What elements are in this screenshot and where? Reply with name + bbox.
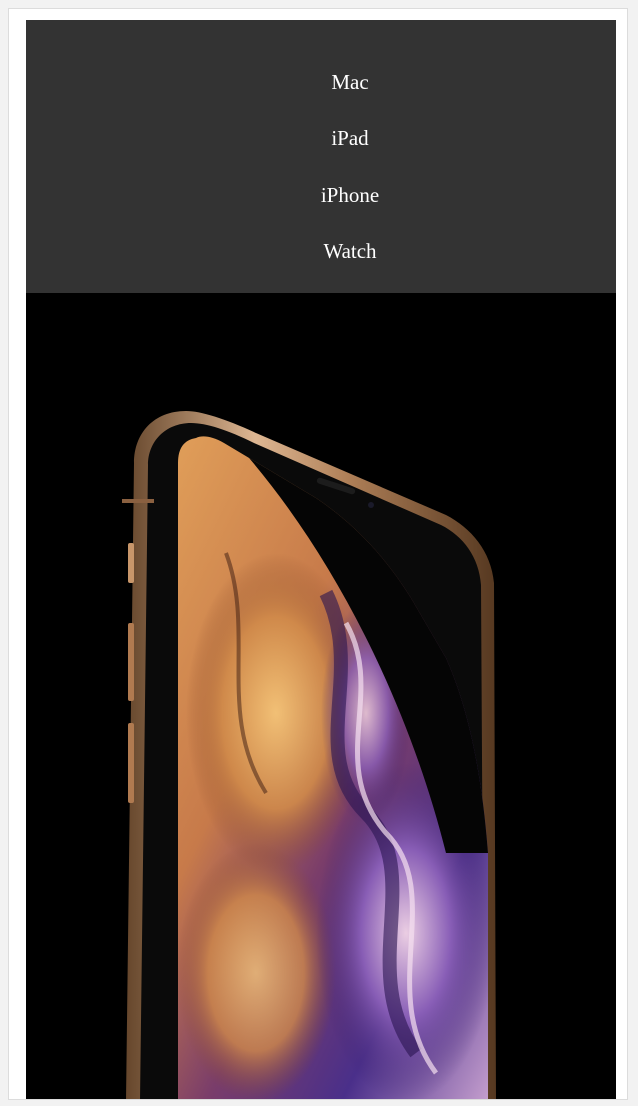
- nav-link-watch[interactable]: Watch: [313, 231, 386, 271]
- main-nav: Mac iPad iPhone Watch: [26, 20, 616, 293]
- nav-link-mac[interactable]: Mac: [321, 62, 378, 102]
- nav-link-iphone[interactable]: iPhone: [311, 175, 389, 215]
- iphone-xs-product-image: [26, 293, 616, 1099]
- hero-image: [26, 293, 616, 1099]
- nav-item-mac: Mac: [26, 62, 616, 102]
- page-frame: Mac iPad iPhone Watch: [8, 8, 628, 1100]
- nav-item-iphone: iPhone: [26, 175, 616, 215]
- nav-item-watch: Watch: [26, 231, 616, 271]
- nav-link-ipad[interactable]: iPad: [321, 118, 378, 158]
- nav-item-ipad: iPad: [26, 118, 616, 158]
